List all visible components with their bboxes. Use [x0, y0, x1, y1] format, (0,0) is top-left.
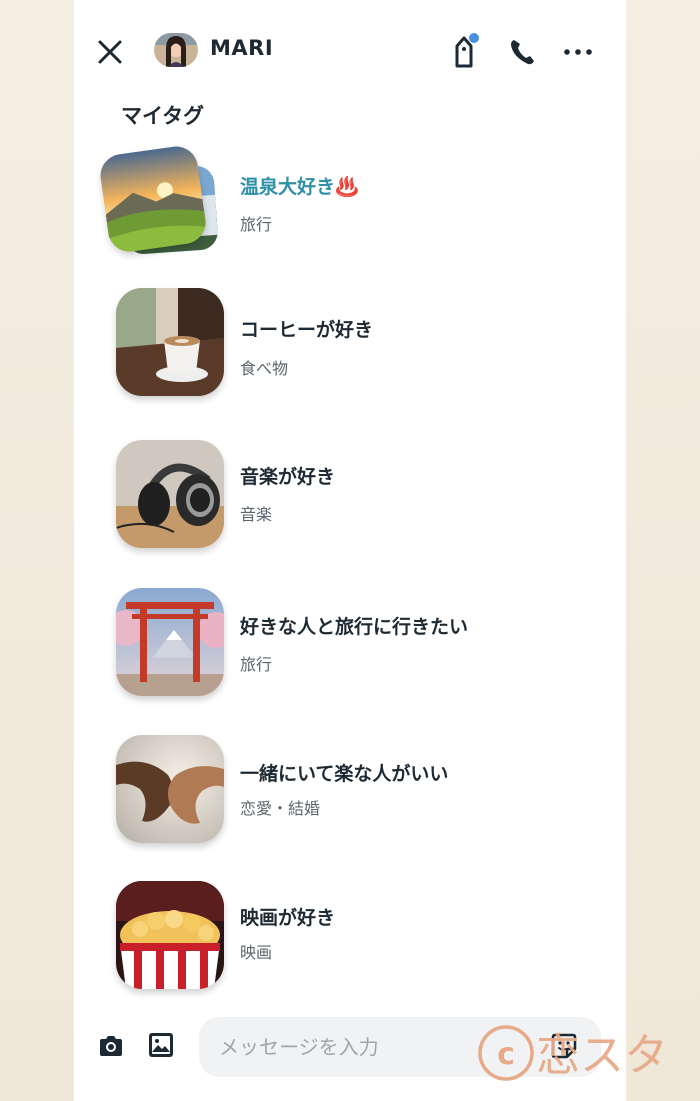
message-composer	[74, 1010, 626, 1101]
tag-title: コーヒーが好き	[240, 319, 374, 341]
torii-fuji-image	[116, 588, 224, 696]
tag-item[interactable]: 音楽が好き 音楽	[104, 440, 584, 560]
message-input[interactable]	[199, 1017, 601, 1077]
tag-thumbnail	[116, 881, 224, 989]
holding-hands-image	[116, 735, 224, 843]
tag-item[interactable]: 好きな人と旅行に行きたい 旅行	[104, 588, 584, 708]
phone-icon[interactable]	[508, 37, 536, 67]
tag-title: 温泉大好き♨️	[240, 176, 359, 198]
close-icon[interactable]	[94, 36, 126, 68]
avatar[interactable]	[154, 33, 198, 67]
tag-item[interactable]: 一緒にいて楽な人がいい 恋愛・結婚	[104, 735, 584, 855]
tag-category: 旅行	[240, 215, 273, 234]
sticker-icon[interactable]	[550, 1032, 578, 1060]
camera-icon[interactable]	[98, 1034, 124, 1058]
tag-icon[interactable]	[452, 32, 480, 70]
tag-thumbnail-stack	[97, 143, 224, 260]
tag-item[interactable]: 映画が好き 映画	[104, 881, 584, 1001]
image-icon[interactable]	[148, 1032, 174, 1058]
tag-item[interactable]: 温泉大好き♨️ 旅行	[97, 143, 584, 270]
popcorn-image	[116, 881, 224, 989]
tag-title: 映画が好き	[240, 907, 336, 929]
tag-thumbnail	[116, 288, 224, 396]
sunset-mountain-image	[97, 143, 209, 255]
section-title: マイタグ	[121, 104, 205, 128]
tag-title: 音楽が好き	[240, 466, 336, 488]
tag-thumbnail	[116, 735, 224, 843]
user-name: MARI	[210, 36, 274, 60]
notification-dot	[469, 33, 479, 43]
tag-thumbnail	[97, 143, 209, 255]
tag-item[interactable]: コーヒーが好き 食べ物	[104, 288, 584, 408]
tag-title: 好きな人と旅行に行きたい	[240, 616, 469, 638]
background-left	[0, 0, 74, 1101]
coffee-cup-image	[116, 288, 224, 396]
background-right	[626, 0, 700, 1101]
tag-category: 食べ物	[240, 359, 289, 378]
tag-thumbnail	[116, 440, 224, 548]
tag-category: 映画	[240, 943, 273, 962]
tag-category: 旅行	[240, 655, 273, 674]
tag-category: 恋愛・結婚	[240, 799, 321, 818]
chat-profile-screen: MARI マイタグ 温泉大好き♨️ 旅行 コーヒーが好き 食べ物 音楽が好き 音…	[74, 0, 626, 1101]
header: MARI	[74, 0, 626, 96]
tag-category: 音楽	[240, 505, 273, 524]
tag-title: 一緒にいて楽な人がいい	[240, 763, 449, 785]
tag-thumbnail	[116, 588, 224, 696]
headphones-image	[116, 440, 224, 548]
more-icon[interactable]	[562, 44, 594, 60]
